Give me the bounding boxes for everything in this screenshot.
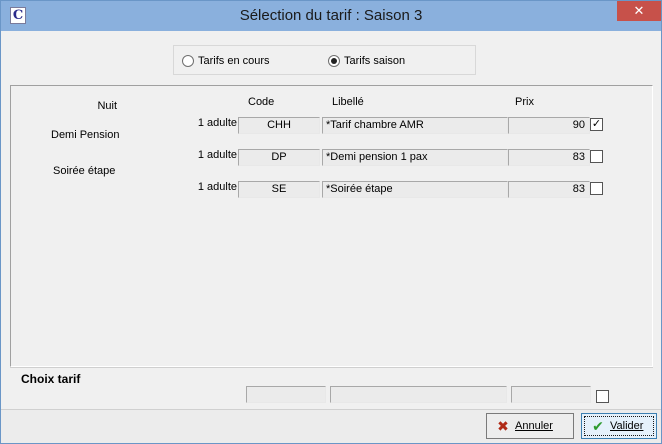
row-select-checkbox[interactable]: ✓ xyxy=(590,118,603,131)
choix-prix-field[interactable] xyxy=(511,386,591,403)
row-persons: 1 adulte xyxy=(197,149,237,161)
x-icon: ✖ xyxy=(497,418,509,434)
header-libelle: Libellé xyxy=(332,96,364,108)
tarif-selection-dialog: C Sélection du tarif : Saison 3 ✕ Tarifs… xyxy=(0,0,662,444)
category-nuit: Nuit xyxy=(97,100,117,112)
radio-dot-icon xyxy=(182,55,194,67)
check-icon: ✔ xyxy=(592,418,604,434)
category-soiree-etape: Soirée étape xyxy=(53,165,116,177)
valider-button[interactable]: ✔ Valider xyxy=(581,413,657,439)
choix-libelle-field[interactable] xyxy=(330,386,507,403)
row-prix-field[interactable]: 83 xyxy=(508,181,590,198)
divider xyxy=(10,367,653,368)
category-demi-pension: Demi Pension xyxy=(51,129,120,141)
row-libelle-field[interactable]: *Demi pension 1 pax xyxy=(322,149,508,166)
choix-tarif-label: Choix tarif xyxy=(21,372,81,386)
row-code-field[interactable]: DP xyxy=(238,149,320,166)
close-button[interactable]: ✕ xyxy=(617,1,661,21)
radio-dot-selected-icon xyxy=(328,55,340,67)
row-select-checkbox[interactable] xyxy=(590,150,603,163)
header-code: Code xyxy=(248,96,275,108)
choix-code-field[interactable] xyxy=(246,386,326,403)
title-bar: C Sélection du tarif : Saison 3 ✕ xyxy=(1,1,661,31)
row-code-field[interactable]: SE xyxy=(238,181,320,198)
tariff-mode-group: Tarifs en cours Tarifs saison xyxy=(173,45,476,75)
radio-label: Tarifs en cours xyxy=(198,55,270,67)
valider-label: Valider xyxy=(610,420,644,432)
row-select-checkbox[interactable] xyxy=(590,182,603,195)
row-prix-field[interactable]: 83 xyxy=(508,149,590,166)
window-title: Sélection du tarif : Saison 3 xyxy=(239,7,423,24)
tariff-panel: Nuit Demi Pension Soirée étape Code Libe… xyxy=(10,85,653,367)
annuler-button[interactable]: ✖ Annuler xyxy=(486,413,574,439)
row-libelle-field[interactable]: *Tarif chambre AMR xyxy=(322,117,508,134)
row-libelle-field[interactable]: *Soirée étape xyxy=(322,181,508,198)
annuler-label: Annuler xyxy=(515,420,553,432)
choix-checkbox[interactable] xyxy=(596,390,609,403)
radio-tarifs-en-cours[interactable]: Tarifs en cours xyxy=(182,54,270,68)
radio-tarifs-saison[interactable]: Tarifs saison xyxy=(328,54,405,68)
radio-label: Tarifs saison xyxy=(344,55,406,67)
row-persons: 1 adulte xyxy=(197,181,237,193)
header-prix: Prix xyxy=(515,96,534,108)
row-persons: 1 adulte xyxy=(197,117,237,129)
row-code-field[interactable]: CHH xyxy=(238,117,320,134)
row-prix-field[interactable]: 90 xyxy=(508,117,590,134)
